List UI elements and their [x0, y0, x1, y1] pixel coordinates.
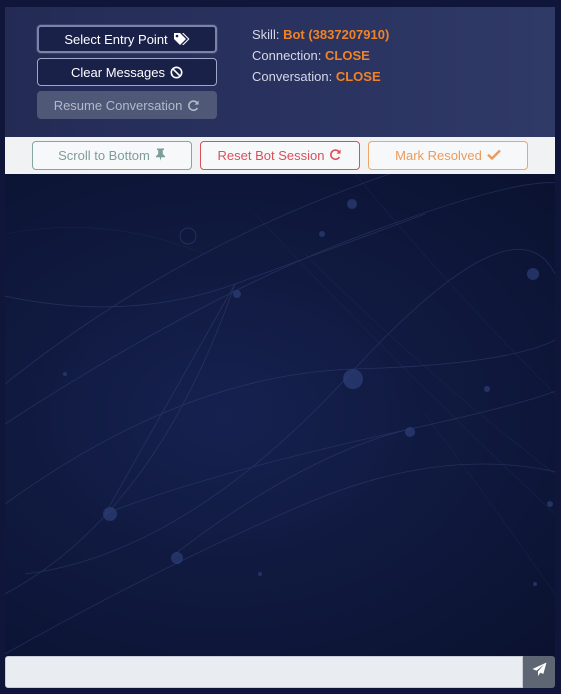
message-area[interactable] [5, 174, 555, 656]
reset-bot-session-label: Reset Bot Session [217, 148, 325, 163]
header-panel: Select Entry Point Clear Messages Resume… [5, 7, 555, 137]
tags-icon [173, 32, 190, 46]
connection-label: Connection: [252, 48, 322, 63]
refresh-icon [329, 148, 342, 164]
clear-messages-button[interactable]: Clear Messages [37, 58, 217, 86]
thumbtack-icon [155, 148, 166, 164]
refresh-icon [187, 99, 200, 112]
mark-resolved-button[interactable]: Mark Resolved [368, 141, 528, 170]
conversation-row: Conversation: CLOSE [252, 66, 389, 87]
select-entry-point-label: Select Entry Point [64, 31, 168, 47]
action-toolbar: Scroll to Bottom Reset Bot Session Mark … [5, 137, 555, 174]
skill-label: Skill: [252, 27, 280, 42]
check-icon [487, 148, 501, 163]
connection-status: CLOSE [325, 48, 370, 63]
message-input[interactable] [5, 656, 523, 688]
mark-resolved-label: Mark Resolved [395, 148, 482, 163]
conversation-label: Conversation: [252, 69, 333, 84]
scroll-to-bottom-button[interactable]: Scroll to Bottom [32, 141, 192, 170]
ban-icon [170, 66, 183, 79]
resume-conversation-button[interactable]: Resume Conversation [37, 91, 217, 119]
session-info: Skill: Bot (3837207910) Connection: CLOS… [252, 24, 389, 87]
chat-widget: Select Entry Point Clear Messages Resume… [5, 7, 555, 688]
send-button[interactable] [523, 656, 555, 688]
connection-row: Connection: CLOSE [252, 45, 389, 66]
skill-row: Skill: Bot (3837207910) [252, 24, 389, 45]
skill-value: Bot (3837207910) [283, 27, 390, 42]
paper-plane-icon [532, 662, 547, 682]
composer [5, 656, 555, 688]
select-entry-point-button[interactable]: Select Entry Point [37, 25, 217, 53]
resume-conversation-label: Resume Conversation [53, 97, 183, 113]
network-background [5, 174, 555, 655]
scroll-to-bottom-label: Scroll to Bottom [58, 148, 150, 163]
reset-bot-session-button[interactable]: Reset Bot Session [200, 141, 360, 170]
clear-messages-label: Clear Messages [71, 64, 165, 80]
conversation-status: CLOSE [335, 69, 381, 84]
header-button-column: Select Entry Point Clear Messages Resume… [37, 25, 217, 124]
